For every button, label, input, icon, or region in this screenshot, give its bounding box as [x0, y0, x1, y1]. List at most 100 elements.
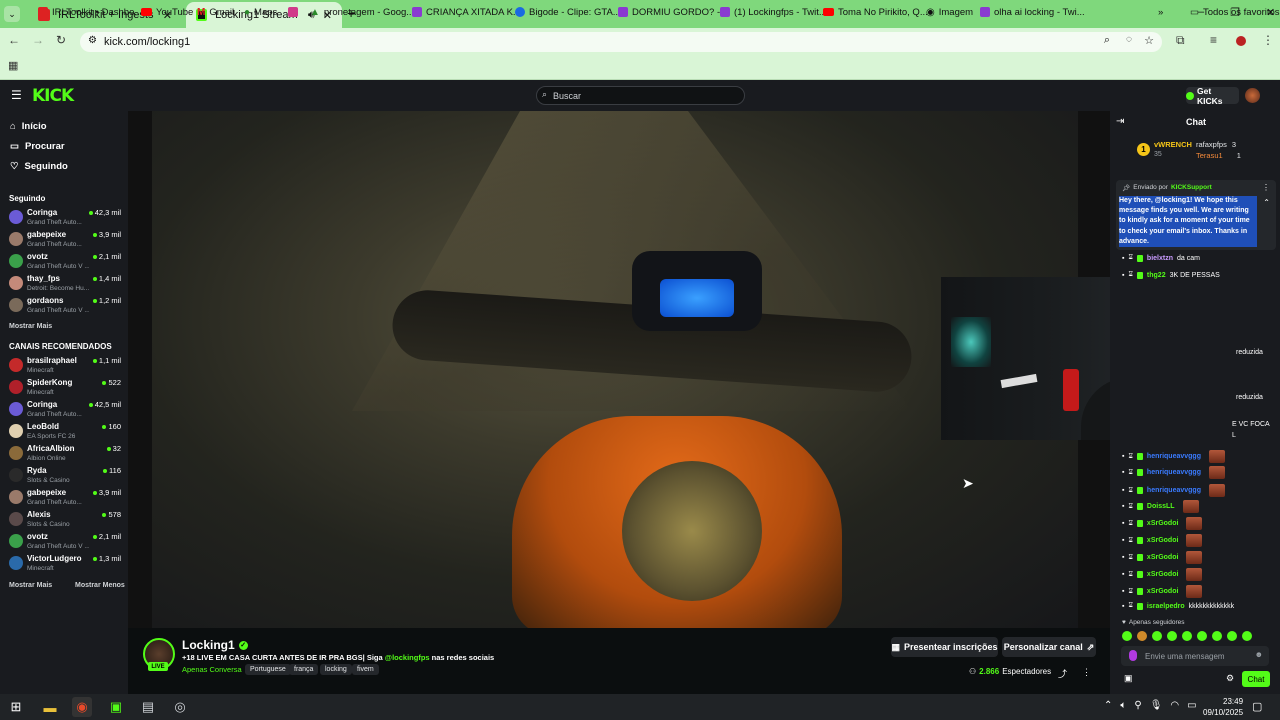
bookmark-imagem[interactable]: ◉ Imagem	[926, 4, 973, 20]
star-icon[interactable]: ☆	[1144, 34, 1154, 47]
chat-username[interactable]: henriqueavvggg	[1147, 469, 1201, 476]
nav-following[interactable]: ♡ Seguindo	[10, 161, 68, 172]
nav-home[interactable]: ⌂ Início	[10, 121, 47, 132]
collapse-chat-icon[interactable]: ⇥	[1116, 116, 1124, 127]
user-avatar[interactable]	[1245, 88, 1260, 103]
emote-icon[interactable]	[1122, 631, 1132, 641]
collapse-pinned-icon[interactable]: ⌃	[1263, 198, 1270, 207]
share-icon[interactable]: ⤴	[1058, 667, 1067, 680]
forward-icon[interactable]: →	[32, 33, 44, 47]
gift-subs-button[interactable]: ▦ Presentear inscrições	[891, 637, 998, 657]
chat-username[interactable]: DoissLL	[1147, 503, 1175, 510]
send-chat-button[interactable]: Chat	[1242, 671, 1270, 687]
channel-item[interactable]: thay_fps Detroit: Become Hu... 1,4 mil	[9, 274, 121, 294]
chat-input[interactable]: Envie uma mensagem ☻	[1121, 646, 1269, 666]
search-input[interactable]: ⌕ Buscar	[536, 86, 745, 105]
gifter-3[interactable]: Terasu1 1	[1196, 151, 1241, 160]
stream-category[interactable]: Apenas Conversa	[182, 665, 242, 674]
bookmark-lockingfps[interactable]: (1) Lockingfps - Twit...	[720, 4, 827, 20]
bookmark-instagram[interactable]	[288, 4, 298, 20]
channel-item[interactable]: AfricaAlbion Albion Online 32	[9, 444, 121, 464]
gift-icon[interactable]: ▣	[1124, 673, 1133, 684]
channel-item[interactable]: ovotz Grand Theft Auto V ... 2,1 mil	[9, 532, 121, 552]
all-favorites[interactable]: ▭ Todos os favoritos	[1190, 4, 1280, 20]
bookmark-olha[interactable]: olha ai locking - Twi...	[980, 4, 1085, 20]
windows-start-icon[interactable]: ⊞	[6, 697, 26, 717]
tag-portuguese[interactable]: Portuguese	[245, 664, 291, 675]
more-options-icon[interactable]: ⋮	[1082, 667, 1091, 678]
chat-username[interactable]: xSrGodoi	[1147, 571, 1179, 578]
menu-icon[interactable]: ⋮	[1262, 33, 1274, 47]
profile-icon[interactable]	[1236, 36, 1246, 46]
mic-icon[interactable]: 🎙︎	[1150, 700, 1163, 711]
unpin-icon[interactable]: ⋮	[1262, 183, 1270, 192]
show-more-recommended[interactable]: Mostrar Mais	[9, 582, 52, 589]
bookmark-youtube[interactable]: YouTube	[141, 4, 193, 20]
bookmark-pronetagem[interactable]: ▲ pronetagem - Goog...	[310, 4, 414, 20]
get-kicks-button[interactable]: Get KICKs	[1186, 86, 1239, 106]
settings-icon[interactable]: ⚙	[1226, 673, 1234, 684]
chat-username[interactable]: henriqueavvggg	[1147, 453, 1201, 460]
chat-username[interactable]: thg22	[1147, 272, 1166, 279]
chat-username[interactable]: henriqueavvggg	[1147, 487, 1201, 494]
clock[interactable]: 23:49 09/10/2025	[1203, 696, 1243, 718]
chat-username[interactable]: xSrGodoi	[1147, 554, 1179, 561]
site-info-icon[interactable]: ⚙	[88, 35, 97, 46]
nav-browse[interactable]: ▭ Procurar	[10, 141, 65, 152]
show-more-following[interactable]: Mostrar Mais	[9, 323, 52, 330]
bookmark-crianca[interactable]: CRIANÇA XITADA K...	[412, 4, 521, 20]
tag-locking[interactable]: locking	[320, 664, 352, 675]
reload-icon[interactable]: ↻	[56, 33, 66, 47]
gifter-2[interactable]: rafaxpfps 3	[1196, 140, 1236, 149]
battery-icon[interactable]: ▭	[1187, 700, 1196, 711]
channel-item[interactable]: brasilraphael Minecraft 1,1 mil	[9, 356, 121, 376]
file-explorer-icon[interactable]: ▬	[40, 697, 60, 717]
channel-item[interactable]: Ryda Slots & Casino 116	[9, 466, 121, 486]
wifi-icon[interactable]: ◠	[1170, 700, 1179, 711]
tag-franca[interactable]: frança	[289, 664, 319, 675]
chat-username[interactable]: xSrGodoi	[1147, 537, 1179, 544]
show-less-recommended[interactable]: Mostrar Menos	[75, 582, 125, 589]
more-bookmarks-icon[interactable]: »	[1158, 4, 1163, 20]
app-icon[interactable]: ▤	[138, 697, 158, 717]
hamburger-icon[interactable]: ☰	[11, 88, 22, 102]
chrome-icon[interactable]: ◉	[72, 697, 92, 717]
chat-username[interactable]: xSrGodoi	[1147, 520, 1179, 527]
channel-item[interactable]: ovotz Grand Theft Auto V ... 2,1 mil	[9, 252, 121, 272]
bookmark-toma[interactable]: Toma No Pirikito, Q...	[823, 4, 928, 20]
eye-off-icon[interactable]: ◌	[1126, 34, 1132, 45]
volume-icon[interactable]: 🔈︎	[1120, 700, 1126, 711]
tag-fivem[interactable]: fivem	[352, 664, 379, 675]
channel-item[interactable]: gabepeixe Grand Theft Auto... 3,9 mil	[9, 488, 121, 508]
bookmark-irltoolkit[interactable]: IRLToolkit • Dashbo...	[38, 4, 142, 20]
channel-item[interactable]: LeoBold EA Sports FC 26 160	[9, 422, 121, 442]
bookmark-maps[interactable]: ● Maps	[244, 4, 277, 20]
bookmark-dormiu[interactable]: DORMIU GORDO? -...	[618, 4, 728, 20]
channel-item[interactable]: Coringa Grand Theft Auto... 42,3 mil	[9, 208, 121, 228]
network-icon[interactable]: ⚲	[1134, 700, 1141, 711]
tray-up-icon[interactable]: ⌃	[1104, 700, 1112, 711]
bookmark-gmail[interactable]: M Gmail	[197, 4, 234, 20]
bookmark-bigode[interactable]: Bigode - Clipe: GTA...	[515, 4, 621, 20]
emoji-icon[interactable]: ☻	[1255, 650, 1263, 659]
address-bar[interactable]: ⚙ kick.com/locking1 ⌕ ◌ ☆	[80, 32, 1162, 52]
nvidia-icon[interactable]: ▣	[106, 697, 126, 717]
extensions-icon[interactable]: ⧉	[1176, 33, 1185, 48]
chat-username[interactable]: xSrGodoi	[1147, 588, 1179, 595]
zoom-icon[interactable]: ⌕	[1104, 34, 1110, 47]
apps-icon[interactable]: ▦	[8, 59, 18, 72]
channel-item[interactable]: Alexis Slots & Casino 578	[9, 510, 121, 530]
channel-item[interactable]: Coringa Grand Theft Auto... 42,5 mil	[9, 400, 121, 420]
kick-logo[interactable]: KICK	[32, 86, 74, 106]
channel-item[interactable]: SpiderKong Minecraft 522	[9, 378, 121, 398]
channel-item[interactable]: gabepeixe Grand Theft Auto... 3,9 mil	[9, 230, 121, 250]
customize-channel-button[interactable]: Personalizar canal ⇗	[1002, 637, 1096, 657]
tab-search-button[interactable]: ⌄	[4, 6, 20, 22]
notifications-icon[interactable]: ▢	[1252, 700, 1262, 713]
chat-username[interactable]: bielxtzn	[1147, 255, 1173, 262]
channel-name[interactable]: Locking1 ✓	[182, 638, 248, 652]
channel-item[interactable]: gordaons Grand Theft Auto V ... 1,2 mil	[9, 296, 121, 316]
media-icon[interactable]: ≡	[1210, 33, 1217, 47]
back-icon[interactable]: ←	[8, 33, 20, 47]
chat-username[interactable]: israelpedro	[1147, 603, 1185, 610]
